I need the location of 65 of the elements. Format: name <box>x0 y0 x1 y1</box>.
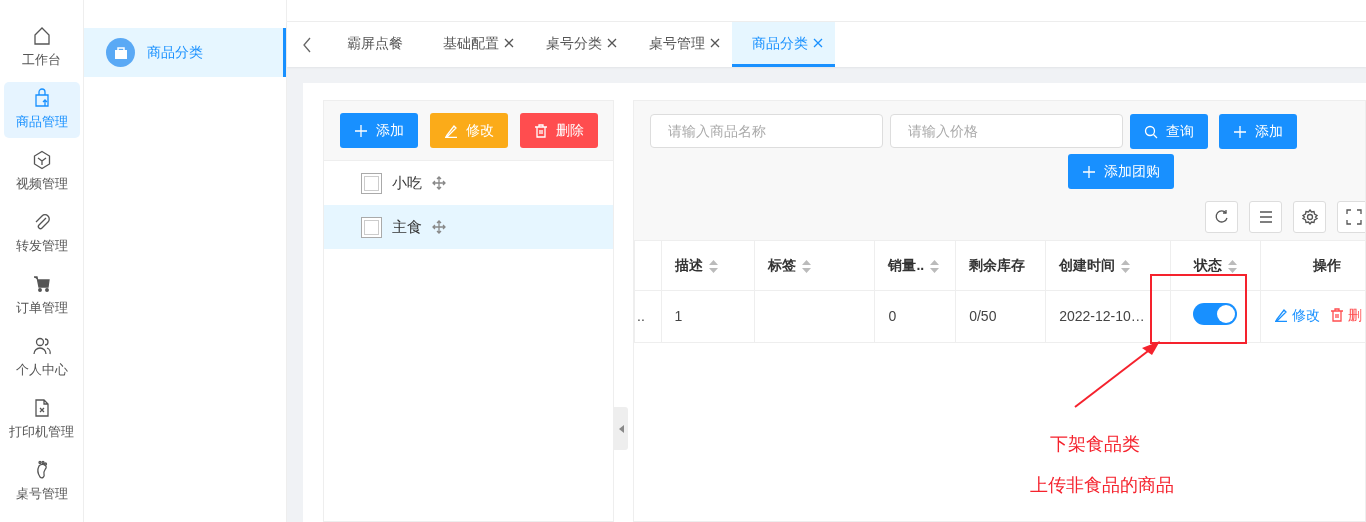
nav-item[interactable]: 个人中心 <box>3 330 80 386</box>
table-cell: 0 <box>874 290 956 343</box>
category-label: 主食 <box>392 216 422 237</box>
table-cell: 0/50 <box>955 290 1046 343</box>
tab[interactable]: 基础配置 <box>423 22 526 67</box>
cube-icon <box>31 150 52 171</box>
column-header: 剩余库存 <box>955 240 1046 291</box>
annotation-text: 下架食品类 <box>1050 433 1140 456</box>
checkbox[interactable] <box>361 172 382 194</box>
toolbar-icon-button[interactable] <box>1293 201 1326 233</box>
nav-item[interactable]: 工作台 <box>3 20 80 76</box>
collapse-handle[interactable] <box>614 407 628 450</box>
home-icon <box>31 26 52 47</box>
plus-icon <box>1233 124 1247 139</box>
toolbar-icon-button[interactable] <box>1337 201 1365 233</box>
nav-item[interactable]: 订单管理 <box>3 268 80 324</box>
move-icon <box>432 220 446 234</box>
fullscreen-icon <box>1345 209 1362 225</box>
search-field[interactable]: 请输入商品名称 <box>650 114 883 148</box>
nav-item[interactable]: 打印机管理 <box>3 392 80 448</box>
cart-icon <box>31 274 52 295</box>
table-cell: .. <box>634 290 662 343</box>
column-header: 操作 <box>1260 240 1365 291</box>
column-header[interactable]: 标签 <box>754 240 875 291</box>
plus-icon <box>354 123 368 138</box>
sort-icon[interactable] <box>1227 259 1237 273</box>
table-cell: 2022-12-10… <box>1045 290 1171 343</box>
toolbar-icon-button[interactable] <box>1205 201 1238 233</box>
chevron-left-icon <box>302 36 312 53</box>
column-header[interactable]: 创建时间 <box>1045 240 1171 291</box>
toolbar-icon-button[interactable] <box>1249 201 1282 233</box>
sort-icon[interactable] <box>708 259 718 273</box>
settings-icon <box>1301 209 1318 225</box>
menu-icon <box>1257 209 1274 225</box>
pencil-icon <box>444 123 458 138</box>
users-icon <box>31 336 52 357</box>
caret-left-icon <box>618 424 624 433</box>
sort-icon[interactable] <box>930 259 940 273</box>
nav-item[interactable]: 视频管理 <box>3 144 80 200</box>
nav-item[interactable]: 转发管理 <box>3 206 80 262</box>
tab[interactable]: 霸屏点餐 <box>327 22 423 67</box>
trash-icon <box>1330 308 1344 323</box>
sort-icon[interactable] <box>1121 259 1131 273</box>
nav-item[interactable]: 桌号管理 <box>3 454 80 510</box>
column-header[interactable]: 描述 <box>661 240 755 291</box>
category-row[interactable]: 主食 <box>324 205 613 249</box>
bag-icon <box>106 38 135 67</box>
tab[interactable]: 桌号管理 <box>629 22 732 67</box>
sort-icon[interactable] <box>801 259 811 273</box>
search-icon <box>1144 124 1158 139</box>
plus-icon <box>1082 164 1096 179</box>
pencil-icon <box>1274 308 1288 323</box>
annotation-text: 上传非食品的商品 <box>1030 474 1174 497</box>
status-toggle[interactable] <box>1193 302 1238 325</box>
tab[interactable]: 桌号分类 <box>526 22 629 67</box>
column-header[interactable]: 状态 <box>1170 240 1261 291</box>
trash-icon <box>534 123 548 138</box>
refresh-icon <box>1213 209 1230 225</box>
column-header[interactable]: 销量.. <box>874 240 956 291</box>
search-field[interactable]: 请输入价格 <box>890 114 1123 148</box>
checkbox[interactable] <box>361 216 382 238</box>
category-label: 小吃 <box>392 172 422 193</box>
category-row[interactable]: 小吃 <box>324 161 613 205</box>
table-cell: 1 <box>661 290 755 343</box>
move-icon <box>432 176 446 190</box>
